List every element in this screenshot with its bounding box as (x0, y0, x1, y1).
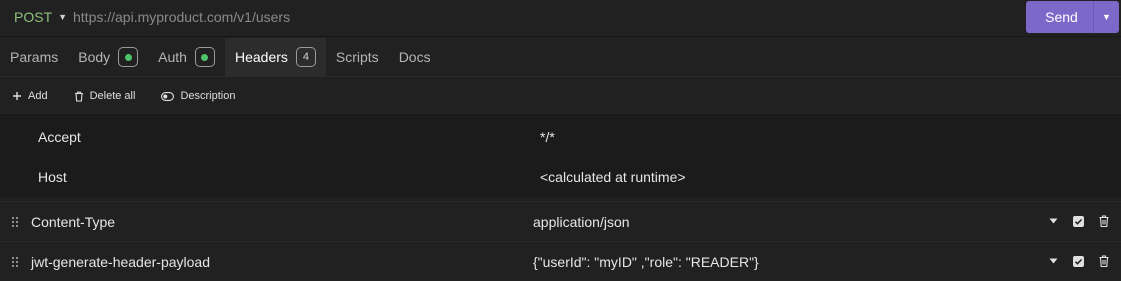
delete-all-button[interactable]: Delete all (74, 90, 136, 102)
headers-toolbar: Add Delete all Description (0, 76, 1121, 116)
tab-label: Params (10, 49, 59, 65)
body-enabled-badge (118, 47, 139, 67)
description-toggle[interactable]: Description (161, 90, 235, 102)
tab-scripts[interactable]: Scripts (326, 38, 389, 76)
send-options-chevron-icon[interactable]: ▼ (1093, 1, 1119, 33)
checkbox-checked-icon[interactable] (1073, 215, 1084, 227)
readonly-header-row: Host <calculated at runtime> (0, 157, 1121, 197)
header-value: <calculated at runtime> (540, 169, 686, 185)
enabled-dot-icon (124, 53, 132, 61)
tab-params[interactable]: Params (0, 38, 68, 76)
plus-icon (12, 91, 22, 101)
header-name-input[interactable]: Content-Type (31, 214, 115, 230)
tab-auth[interactable]: Auth (148, 38, 225, 76)
header-value: */* (540, 129, 555, 145)
headers-count-badge: 4 (295, 47, 316, 67)
auth-enabled-badge (194, 47, 215, 67)
row-actions (1034, 255, 1109, 267)
delete-all-label: Delete all (89, 90, 136, 102)
request-tabs: Params Body Auth Headers 4 Scripts Docs (0, 38, 1121, 76)
add-label: Add (28, 90, 48, 102)
trash-icon (74, 91, 84, 102)
method-label: POST (14, 9, 53, 25)
tab-docs[interactable]: Docs (389, 38, 441, 76)
url-input[interactable]: https://api.myproduct.com/v1/users (73, 9, 290, 25)
method-select[interactable]: POST ▼ (14, 9, 67, 25)
toggle-icon (161, 91, 175, 101)
header-name: Host (38, 169, 67, 185)
tab-label: Docs (398, 49, 431, 65)
add-header-button[interactable]: Add (12, 90, 48, 102)
description-label: Description (180, 90, 236, 102)
tab-headers[interactable]: Headers 4 (224, 38, 326, 76)
send-label: Send (1045, 9, 1078, 25)
header-row: jwt-generate-header-payload {"userId": "… (0, 241, 1121, 281)
chevron-down-icon[interactable] (1049, 258, 1058, 264)
trash-icon[interactable] (1099, 215, 1109, 227)
header-value-input[interactable]: application/json (533, 214, 630, 230)
readonly-header-row: Accept */* (0, 117, 1121, 157)
send-button[interactable]: Send ▼ (1026, 1, 1119, 33)
checkbox-checked-icon[interactable] (1073, 255, 1084, 267)
chevron-down-icon: ▼ (58, 12, 68, 22)
url-bar: POST ▼ https://api.myproduct.com/v1/user… (0, 0, 1121, 37)
headers-table: Accept */* Host <calculated at runtime> … (0, 117, 1121, 281)
chevron-down-icon[interactable] (1049, 218, 1058, 224)
header-name-input[interactable]: jwt-generate-header-payload (31, 254, 210, 270)
drag-handle-icon[interactable] (11, 216, 19, 228)
tab-label: Headers (234, 49, 288, 65)
trash-icon[interactable] (1099, 255, 1109, 267)
header-row: Content-Type application/json (0, 201, 1121, 241)
row-actions (1034, 215, 1109, 227)
header-name: Accept (38, 129, 81, 145)
header-value-input[interactable]: {"userId": "myID" ,"role": "READER"} (533, 254, 759, 270)
tab-label: Body (78, 49, 111, 65)
enabled-dot-icon (201, 53, 209, 61)
tab-label: Auth (158, 49, 187, 65)
drag-handle-icon[interactable] (11, 256, 19, 268)
tab-body[interactable]: Body (68, 38, 148, 76)
tab-label: Scripts (335, 49, 379, 65)
